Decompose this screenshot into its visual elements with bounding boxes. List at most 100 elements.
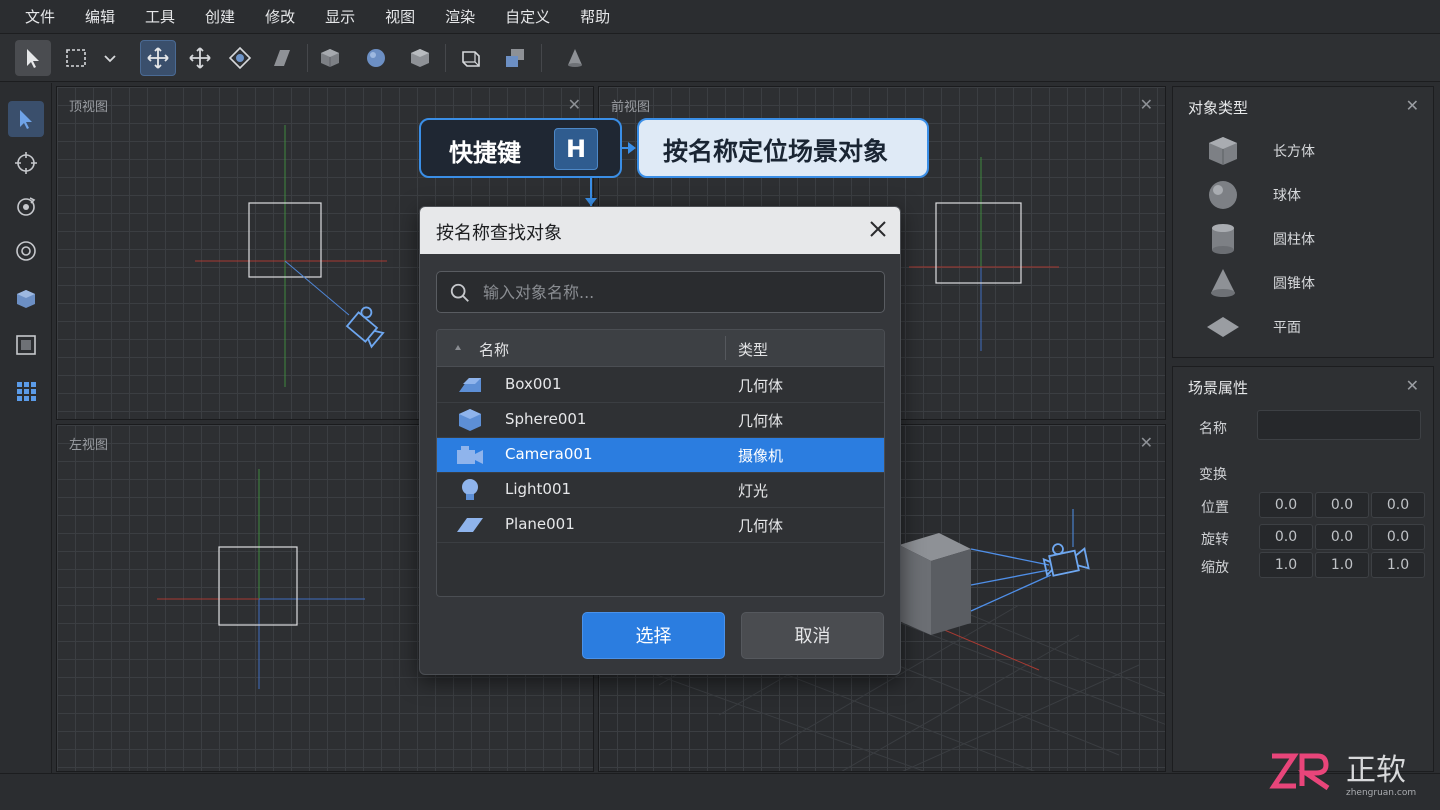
search-box (436, 271, 885, 313)
search-icon (450, 283, 469, 302)
panel-title: 场景属性 (1188, 379, 1249, 397)
sort-indicator-icon[interactable] (455, 345, 461, 350)
object-list: 名称 类型 Box001 几何体 Sphere001 几何体 Camera001… (436, 329, 885, 597)
menu-edit[interactable]: 编辑 (70, 0, 130, 34)
position-z-field[interactable]: 0.0 (1371, 492, 1425, 518)
chevron-down-icon (104, 55, 116, 63)
name-field[interactable] (1257, 410, 1421, 440)
create-cone-button[interactable] (557, 40, 593, 76)
object-type-label: 圆锥体 (1273, 276, 1315, 292)
table-row[interactable]: Light001 灯光 (437, 473, 884, 508)
rect-select-button[interactable] (58, 40, 94, 76)
side-scale-button[interactable] (8, 233, 44, 269)
scale-y-field[interactable]: 1.0 (1315, 552, 1369, 578)
move-alt-tool-button[interactable] (182, 40, 218, 76)
scale-z-field[interactable]: 1.0 (1371, 552, 1425, 578)
create-boolean-button[interactable] (497, 40, 533, 76)
cursor-arrow-icon (20, 110, 32, 129)
side-create-button[interactable] (8, 281, 44, 317)
row-name: Camera001 (505, 445, 593, 463)
rotation-y-field[interactable]: 0.0 (1315, 524, 1369, 550)
side-select-button[interactable] (8, 101, 44, 137)
object-type-plane[interactable]: 平面 (1173, 305, 1435, 349)
create-sphere-button[interactable] (358, 40, 394, 76)
cancel-button[interactable]: 取消 (741, 612, 884, 659)
object-type-box[interactable]: 长方体 (1173, 129, 1435, 173)
box-icon (411, 49, 429, 67)
camera-icon (345, 306, 385, 349)
column-header-name[interactable]: 名称 (479, 339, 509, 360)
rotation-z-field[interactable]: 0.0 (1371, 524, 1425, 550)
object-type-label: 平面 (1273, 320, 1301, 336)
sphere-icon (1209, 181, 1237, 209)
select-dropdown-button[interactable] (96, 40, 124, 76)
row-name: Light001 (505, 480, 572, 498)
box-outline (935, 202, 1022, 284)
menu-render[interactable]: 渲染 (430, 0, 490, 34)
select-tool-button[interactable] (15, 40, 51, 76)
light-bulb-icon (462, 479, 478, 500)
object-type-cone[interactable]: 圆锥体 (1173, 261, 1435, 305)
side-rotate-button[interactable] (8, 189, 44, 225)
camera-icon (1042, 543, 1090, 577)
table-row-selected[interactable]: Camera001 摄像机 (437, 438, 884, 473)
menu-help[interactable]: 帮助 (565, 0, 625, 34)
menu-customize[interactable]: 自定义 (490, 0, 565, 34)
position-y-field[interactable]: 0.0 (1315, 492, 1369, 518)
left-toolbar (0, 83, 52, 773)
orbit-icon (15, 152, 37, 174)
menu-display[interactable]: 显示 (310, 0, 370, 34)
move-arrows-icon (147, 47, 169, 69)
sphere-icon (367, 49, 385, 67)
dialog-header: 按名称查找对象 (420, 207, 900, 254)
rotate-tool-button[interactable] (222, 40, 258, 76)
table-row[interactable]: Box001 几何体 (437, 368, 884, 403)
find-by-name-dialog: 按名称查找对象 名称 类型 Box001 几何体 Sphere001 几何体 (419, 206, 901, 675)
row-type: 几何体 (738, 412, 784, 430)
camera-icon (457, 446, 483, 464)
select-button[interactable]: 选择 (582, 612, 725, 659)
scale-tool-button[interactable] (264, 40, 300, 76)
status-bar (0, 773, 1440, 810)
search-input[interactable] (483, 278, 873, 306)
app-window: 文件 编辑 工具 创建 修改 显示 视图 渲染 自定义 帮助 顶视图 ✕ 前视图… (0, 0, 1440, 810)
menu-view[interactable]: 视图 (370, 0, 430, 34)
rotation-x-field[interactable]: 0.0 (1259, 524, 1313, 550)
position-x-field[interactable]: 0.0 (1259, 492, 1313, 518)
menu-create[interactable]: 创建 (190, 0, 250, 34)
menu-tools[interactable]: 工具 (130, 0, 190, 34)
panel-close-button[interactable]: ✕ (1406, 376, 1419, 395)
create-cube-outline-button[interactable] (453, 40, 489, 76)
create-geometry-button[interactable] (402, 40, 438, 76)
position-label: 位置 (1201, 500, 1229, 516)
cube-outline-icon (462, 51, 480, 67)
box-outline (218, 546, 298, 626)
create-box-button[interactable] (312, 40, 348, 76)
transform-label: 变换 (1199, 467, 1227, 483)
row-name: Sphere001 (505, 410, 587, 428)
object-type-cylinder[interactable]: 圆柱体 (1173, 217, 1435, 261)
side-frame-button[interactable] (8, 327, 44, 363)
column-header-type[interactable]: 类型 (738, 339, 768, 360)
menu-bar: 文件 编辑 工具 创建 修改 显示 视图 渲染 自定义 帮助 (0, 0, 1440, 34)
marquee-select-icon (66, 49, 86, 67)
scale-x-field[interactable]: 1.0 (1259, 552, 1313, 578)
side-move-button[interactable] (8, 145, 44, 181)
cone-icon (1211, 269, 1235, 297)
panel-close-button[interactable]: ✕ (1406, 96, 1419, 115)
rotate-icon (17, 197, 36, 216)
close-icon[interactable] (866, 217, 890, 241)
object-type-sphere[interactable]: 球体 (1173, 173, 1435, 217)
description-callout: 按名称定位场景对象 (637, 118, 929, 178)
object-type-label: 球体 (1273, 188, 1301, 204)
move-tool-button[interactable] (140, 40, 176, 76)
cone-icon (568, 49, 582, 67)
menu-modify[interactable]: 修改 (250, 0, 310, 34)
table-row[interactable]: Sphere001 几何体 (437, 403, 884, 438)
watermark-logo: 正软 zhengruan.com (1269, 753, 1416, 798)
side-grid-button[interactable] (8, 373, 44, 409)
menu-file[interactable]: 文件 (10, 0, 70, 34)
dialog-title: 按名称查找对象 (436, 223, 562, 244)
sphere-icon (459, 409, 481, 431)
table-row[interactable]: Plane001 几何体 (437, 508, 884, 543)
